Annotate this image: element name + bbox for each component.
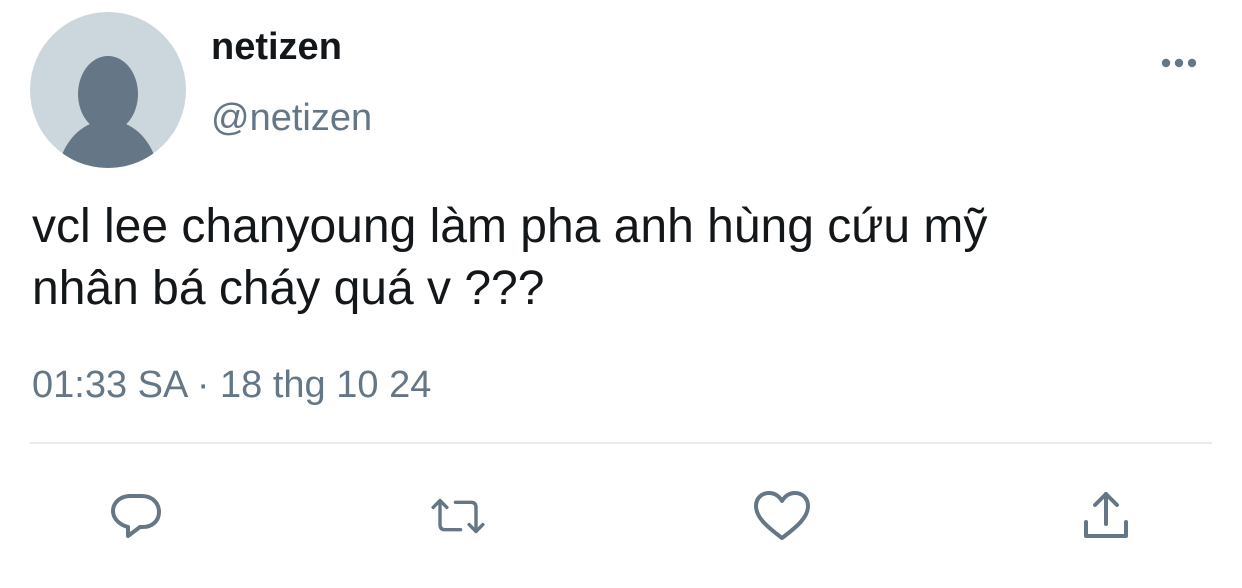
more-options-button[interactable] — [1156, 50, 1206, 76]
more-options-icon — [1161, 58, 1197, 68]
divider — [30, 442, 1212, 444]
default-avatar-icon — [60, 56, 156, 168]
tweet-text-line: vcl lee chanyoung làm pha anh hùng cứu m… — [32, 200, 988, 253]
tweet-time: 01:33 SA — [32, 364, 187, 406]
reply-button[interactable] — [106, 486, 166, 546]
tweet-timestamp[interactable]: 01:33 SA · 18 thg 10 24 — [32, 362, 431, 408]
tweet-text-line: nhân bá cháy quá v ??? — [32, 262, 545, 315]
heart-icon — [754, 491, 810, 540]
meta-separator: · — [196, 364, 210, 406]
tweet-text: vcl lee chanyoung làm pha anh hùng cứu m… — [32, 196, 1212, 320]
like-button[interactable] — [752, 486, 812, 546]
share-button[interactable] — [1076, 486, 1136, 546]
retweet-button[interactable] — [428, 486, 488, 546]
author-handle[interactable]: @netizen — [211, 95, 372, 141]
retweet-icon — [431, 498, 485, 534]
share-icon — [1084, 492, 1128, 538]
reply-icon — [111, 494, 161, 538]
tweet-date: 18 thg 10 24 — [220, 364, 432, 406]
author-display-name[interactable]: netizen — [211, 24, 342, 70]
avatar[interactable] — [30, 12, 186, 168]
